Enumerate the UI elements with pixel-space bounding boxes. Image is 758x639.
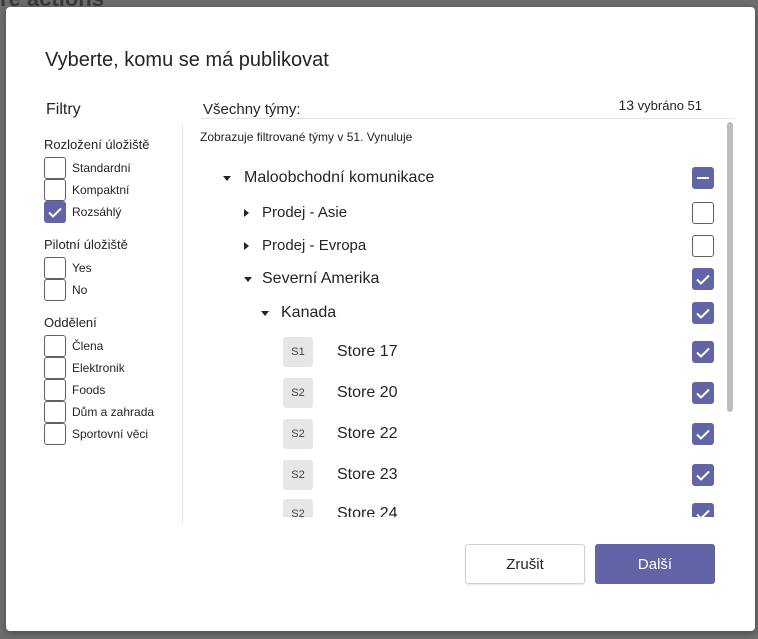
publish-dialog: Vyberte, komu se má publikovat Filtry Vš… bbox=[6, 7, 755, 631]
filter-option-label: Rozsáhlý bbox=[72, 205, 122, 219]
filter-option[interactable]: Elektronik bbox=[44, 357, 182, 379]
filter-option[interactable]: Yes bbox=[44, 257, 182, 279]
team-avatar: S2 bbox=[283, 419, 313, 449]
team-label: Severní Amerika bbox=[262, 270, 380, 287]
next-button[interactable]: Další bbox=[595, 544, 715, 584]
caret-down-icon[interactable] bbox=[261, 311, 269, 316]
filter-group: Rozložení úložiště Standardní Kompaktní Roz… bbox=[44, 137, 182, 223]
team-checkbox[interactable] bbox=[692, 423, 714, 445]
team-label: Prodej - Asie bbox=[262, 204, 348, 221]
selected-count-number: 13 bbox=[618, 97, 635, 113]
caret-down-icon[interactable] bbox=[223, 176, 231, 181]
filter-option-checkbox[interactable] bbox=[44, 379, 66, 401]
filter-option[interactable]: Foods bbox=[44, 379, 182, 401]
team-row[interactable]: Kanada bbox=[183, 296, 723, 330]
filter-group: Pilotní úložiště Yes No bbox=[44, 237, 182, 301]
check-icon bbox=[696, 429, 710, 440]
team-label: Kanada bbox=[281, 304, 337, 321]
filter-option-checkbox[interactable] bbox=[44, 157, 66, 179]
filters-heading: Filtry bbox=[46, 101, 81, 118]
team-checkbox[interactable] bbox=[692, 167, 714, 189]
caret-right-icon[interactable] bbox=[244, 242, 249, 250]
filter-option[interactable]: Standardní bbox=[44, 157, 182, 179]
check-icon bbox=[696, 388, 710, 399]
filter-option-label: Foods bbox=[72, 383, 106, 397]
team-row[interactable]: S1 Store 17 bbox=[183, 335, 723, 369]
team-label: Store 22 bbox=[337, 425, 398, 442]
team-row[interactable]: S2 Store 22 bbox=[183, 417, 723, 451]
filter-group-title: Pilotní úložiště bbox=[44, 237, 128, 252]
team-label: Store 17 bbox=[337, 343, 398, 360]
filter-option-checkbox[interactable] bbox=[44, 257, 66, 279]
team-checkbox[interactable] bbox=[692, 235, 714, 257]
dialog-title: Vyberte, komu se má publikovat bbox=[45, 49, 329, 71]
filters-panel: Rozložení úložiště Standardní Kompaktní Roz… bbox=[44, 134, 182, 459]
filter-option-label: Standardní bbox=[72, 161, 131, 175]
cancel-button[interactable]: Zrušit bbox=[465, 544, 585, 584]
team-row[interactable]: S2 Store 24 bbox=[183, 497, 723, 517]
team-avatar: S1 bbox=[283, 337, 313, 367]
filter-option[interactable]: Rozsáhlý bbox=[44, 201, 182, 223]
team-checkbox[interactable] bbox=[692, 464, 714, 486]
caret-down-icon[interactable] bbox=[244, 277, 252, 282]
filter-option-label: Dům a zahrada bbox=[72, 405, 155, 419]
check-icon bbox=[696, 470, 710, 481]
filter-option-label: Yes bbox=[72, 261, 92, 275]
check-icon bbox=[696, 274, 710, 285]
team-checkbox[interactable] bbox=[692, 268, 714, 290]
filter-option-label: Elektronik bbox=[72, 361, 125, 375]
filter-option-label: Sportovní věci bbox=[72, 427, 149, 441]
minus-icon bbox=[697, 177, 709, 179]
check-icon bbox=[696, 509, 710, 517]
filter-note: Zobrazuje filtrované týmy v 51. Vynuluje bbox=[200, 130, 413, 144]
team-checkbox[interactable] bbox=[692, 382, 714, 404]
check-icon bbox=[48, 207, 62, 218]
filter-option-label: Kompaktní bbox=[72, 183, 130, 197]
team-checkbox[interactable] bbox=[692, 503, 714, 517]
team-avatar: S2 bbox=[283, 499, 313, 517]
filter-group: Oddělení Člena Elektronik Foods Dům a zahrad… bbox=[44, 315, 182, 445]
team-list-scrollbar[interactable] bbox=[727, 122, 733, 412]
filter-option-checkbox[interactable] bbox=[44, 179, 66, 201]
filter-option-checkbox[interactable] bbox=[44, 357, 66, 379]
team-avatar: S2 bbox=[283, 460, 313, 490]
team-label: Maloobchodní komunikace bbox=[244, 169, 435, 186]
team-list: Zobrazuje filtrované týmy v 51. Vynuluje… bbox=[183, 124, 723, 517]
header-divider bbox=[201, 118, 735, 119]
team-row[interactable]: Prodej - Asie bbox=[183, 196, 723, 230]
team-checkbox[interactable] bbox=[692, 302, 714, 324]
team-row[interactable]: S2 Store 20 bbox=[183, 376, 723, 410]
filter-option-checkbox[interactable] bbox=[44, 279, 66, 301]
filter-option-checkbox[interactable] bbox=[44, 201, 66, 223]
filter-option-label: No bbox=[72, 283, 88, 297]
filter-option[interactable]: Dům a zahrada bbox=[44, 401, 182, 423]
team-row[interactable]: Severní Amerika bbox=[183, 262, 723, 296]
filter-option-checkbox[interactable] bbox=[44, 423, 66, 445]
filter-option[interactable]: Kompaktní bbox=[44, 179, 182, 201]
team-label: Prodej - Evropa bbox=[262, 237, 367, 254]
team-row[interactable]: Maloobchodní komunikace bbox=[183, 161, 723, 195]
team-checkbox[interactable] bbox=[692, 341, 714, 363]
team-label: Store 20 bbox=[337, 384, 398, 401]
selected-count-suffix: vybráno 51 bbox=[637, 98, 702, 113]
selected-count: 13 vybráno 51 bbox=[618, 97, 702, 113]
filter-option-checkbox[interactable] bbox=[44, 335, 66, 357]
team-row[interactable]: Prodej - Evropa bbox=[183, 229, 723, 263]
team-avatar: S2 bbox=[283, 378, 313, 408]
all-teams-heading: Všechny týmy: bbox=[203, 101, 301, 118]
team-label: Store 23 bbox=[337, 466, 398, 483]
filter-option[interactable]: Člena bbox=[44, 335, 182, 357]
check-icon bbox=[696, 347, 710, 358]
team-row[interactable]: S2 Store 23 bbox=[183, 458, 723, 492]
filter-option[interactable]: Sportovní věci bbox=[44, 423, 182, 445]
team-checkbox[interactable] bbox=[692, 202, 714, 224]
team-label: Store 24 bbox=[337, 505, 398, 517]
filter-group-title: Rozložení úložiště bbox=[44, 137, 150, 152]
filter-option-label: Člena bbox=[72, 339, 104, 353]
caret-right-icon[interactable] bbox=[244, 209, 249, 217]
check-icon bbox=[696, 308, 710, 319]
filter-option-checkbox[interactable] bbox=[44, 401, 66, 423]
filter-option[interactable]: No bbox=[44, 279, 182, 301]
filter-group-title: Oddělení bbox=[44, 315, 97, 330]
